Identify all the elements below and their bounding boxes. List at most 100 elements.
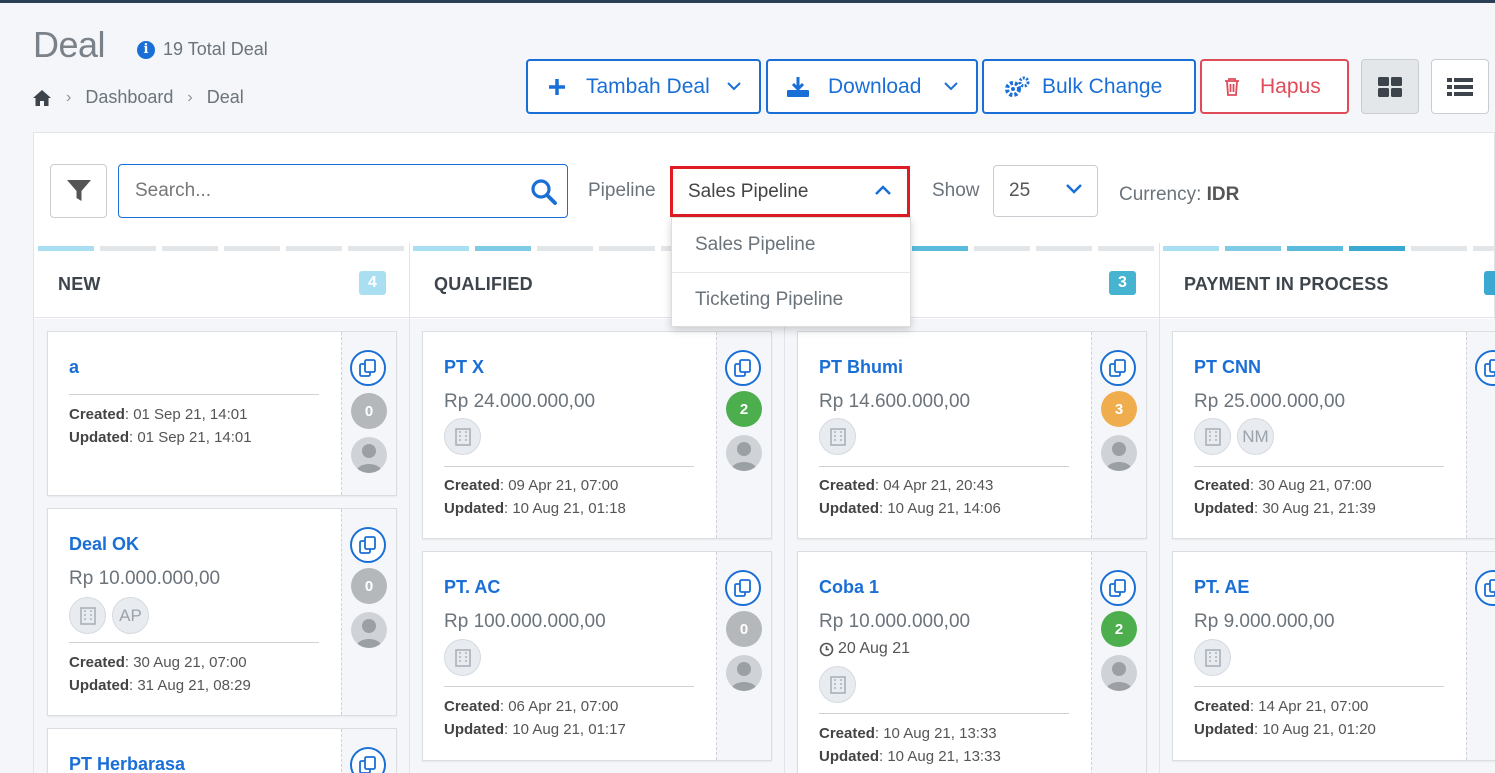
user-avatar-icon[interactable] bbox=[726, 435, 762, 471]
deal-dates: Created: 30 Aug 21, 07:00 Updated: 30 Au… bbox=[1194, 477, 1376, 517]
user-avatar-icon[interactable] bbox=[1101, 435, 1137, 471]
column-count-badge: 4 bbox=[359, 271, 386, 295]
deal-name[interactable]: PT X bbox=[444, 357, 484, 378]
updated-date: 10 Aug 21, 13:33 bbox=[887, 748, 1001, 765]
copy-icon[interactable] bbox=[1475, 350, 1495, 386]
delete-button[interactable]: Hapus bbox=[1200, 59, 1349, 114]
deal-name[interactable]: PT CNN bbox=[1194, 357, 1261, 378]
deal-name[interactable]: PT. AE bbox=[1194, 577, 1249, 598]
currency-display: Currency: IDR bbox=[1119, 184, 1239, 206]
deal-name[interactable]: PT. AC bbox=[444, 577, 500, 598]
deal-card[interactable]: PT X Rp 24.000.000,00 Created: 09 Apr 21… bbox=[422, 331, 772, 539]
deal-card[interactable]: PT. AC Rp 100.000.000,00 Created: 06 Apr… bbox=[422, 551, 772, 761]
activity-count[interactable]: 2 bbox=[1101, 611, 1137, 647]
company-icon[interactable] bbox=[1194, 639, 1231, 676]
deal-tags bbox=[1194, 639, 1231, 676]
column-title-text: PAYMENT IN PROCESS bbox=[1184, 273, 1389, 294]
chevron-right-icon: › bbox=[187, 88, 193, 106]
deal-tags: AP bbox=[69, 597, 149, 634]
grid-view-button[interactable] bbox=[1361, 59, 1419, 114]
deal-card[interactable]: Deal OK Rp 10.000.000,00 AP Created: 30 … bbox=[47, 508, 397, 716]
search-input[interactable] bbox=[119, 165, 509, 217]
company-icon[interactable] bbox=[819, 666, 856, 703]
contact-initials[interactable]: AP bbox=[112, 597, 149, 634]
updated-label: Updated bbox=[69, 677, 129, 694]
copy-icon[interactable] bbox=[1100, 350, 1136, 386]
chevron-right-icon: › bbox=[66, 88, 72, 106]
deal-dates: Created: 30 Aug 21, 07:00 Updated: 31 Au… bbox=[69, 654, 251, 694]
copy-icon[interactable] bbox=[350, 350, 386, 386]
copy-icon[interactable] bbox=[725, 350, 761, 386]
card-actions: 2 bbox=[716, 332, 771, 538]
created-label: Created bbox=[1194, 477, 1250, 494]
column-count-badge bbox=[1484, 271, 1495, 295]
copy-icon[interactable] bbox=[350, 747, 386, 773]
copy-icon[interactable] bbox=[350, 527, 386, 563]
pipeline-select[interactable]: Sales Pipeline bbox=[670, 166, 910, 217]
deal-name[interactable]: Coba 1 bbox=[819, 577, 879, 598]
deal-amount: Rp 100.000.000,00 bbox=[444, 611, 606, 632]
user-avatar-icon[interactable] bbox=[726, 655, 762, 691]
company-icon[interactable] bbox=[444, 639, 481, 676]
deal-dates: Created: 14 Apr 21, 07:00 Updated: 10 Au… bbox=[1194, 698, 1376, 738]
company-icon[interactable] bbox=[1194, 418, 1231, 455]
copy-icon[interactable] bbox=[1100, 570, 1136, 606]
show-label: Show bbox=[932, 180, 980, 201]
company-icon[interactable] bbox=[69, 597, 106, 634]
card-divider bbox=[69, 642, 319, 643]
user-avatar-icon[interactable] bbox=[351, 612, 387, 648]
chevron-up-icon bbox=[875, 185, 891, 195]
copy-icon[interactable] bbox=[725, 570, 761, 606]
activity-count[interactable]: 2 bbox=[726, 391, 762, 427]
contact-initials[interactable]: NM bbox=[1237, 418, 1274, 455]
search-box bbox=[118, 164, 568, 218]
deal-dates: Created: 10 Aug 21, 13:33 Updated: 10 Au… bbox=[819, 725, 1001, 765]
user-avatar-icon[interactable] bbox=[1101, 655, 1137, 691]
show-select[interactable]: 25 bbox=[993, 165, 1098, 217]
deal-card[interactable]: a Created: 01 Sep 21, 14:01 Updated: 01 … bbox=[47, 331, 397, 496]
deal-name[interactable]: PT Bhumi bbox=[819, 357, 903, 378]
grid-view-icon bbox=[1378, 76, 1402, 97]
search-icon[interactable] bbox=[530, 178, 557, 205]
deal-name[interactable]: a bbox=[69, 357, 79, 378]
list-view-button[interactable] bbox=[1431, 59, 1489, 114]
company-icon[interactable] bbox=[444, 418, 481, 455]
add-deal-button[interactable]: Tambah Deal bbox=[526, 59, 761, 114]
download-icon bbox=[787, 76, 809, 97]
company-icon[interactable] bbox=[819, 418, 856, 455]
activity-count[interactable]: 0 bbox=[351, 568, 387, 604]
updated-date: 01 Sep 21, 14:01 bbox=[137, 429, 252, 446]
card-actions: 0 bbox=[716, 552, 771, 760]
chevron-down-icon bbox=[1066, 184, 1082, 194]
column-body: a Created: 01 Sep 21, 14:01 Updated: 01 … bbox=[34, 319, 409, 773]
created-date: 04 Apr 21, 20:43 bbox=[883, 477, 994, 494]
trash-icon bbox=[1225, 78, 1239, 96]
user-avatar-icon[interactable] bbox=[351, 437, 387, 473]
copy-icon[interactable] bbox=[1475, 570, 1495, 606]
show-selected-value: 25 bbox=[1009, 180, 1031, 201]
deal-card[interactable]: PT CNN Rp 25.000.000,00 NM Created: 30 A… bbox=[1172, 331, 1495, 539]
pipeline-option-sales[interactable]: Sales Pipeline bbox=[672, 218, 910, 272]
deal-tags bbox=[444, 418, 481, 455]
bulk-change-label: Bulk Change bbox=[1042, 74, 1163, 98]
filter-button[interactable] bbox=[50, 164, 107, 218]
home-icon[interactable] bbox=[32, 89, 52, 107]
deal-due-date: 20 Aug 21 bbox=[819, 640, 910, 658]
deal-card[interactable]: PT. AE Rp 9.000.000,00 Created: 14 Apr 2… bbox=[1172, 551, 1495, 761]
updated-label: Updated bbox=[1194, 721, 1254, 738]
download-button[interactable]: Download bbox=[766, 59, 978, 114]
deal-amount: Rp 24.000.000,00 bbox=[444, 391, 596, 412]
deal-name[interactable]: PT Herbarasa bbox=[69, 754, 185, 773]
deal-card[interactable]: Coba 1 Rp 10.000.000,00 20 Aug 21 Create… bbox=[797, 551, 1147, 773]
column-count-badge: 3 bbox=[1109, 271, 1136, 295]
activity-count[interactable]: 0 bbox=[726, 611, 762, 647]
deal-card[interactable]: PT Herbarasa bbox=[47, 728, 397, 773]
pipeline-option-ticketing[interactable]: Ticketing Pipeline bbox=[672, 272, 910, 326]
clock-icon bbox=[819, 642, 834, 656]
deal-name[interactable]: Deal OK bbox=[69, 534, 139, 555]
activity-count[interactable]: 0 bbox=[351, 393, 387, 429]
deal-card[interactable]: PT Bhumi Rp 14.600.000,00 Created: 04 Ap… bbox=[797, 331, 1147, 539]
bulk-change-button[interactable]: Bulk Change bbox=[982, 59, 1196, 114]
breadcrumb-dashboard[interactable]: Dashboard bbox=[85, 87, 173, 108]
activity-count[interactable]: 3 bbox=[1101, 391, 1137, 427]
